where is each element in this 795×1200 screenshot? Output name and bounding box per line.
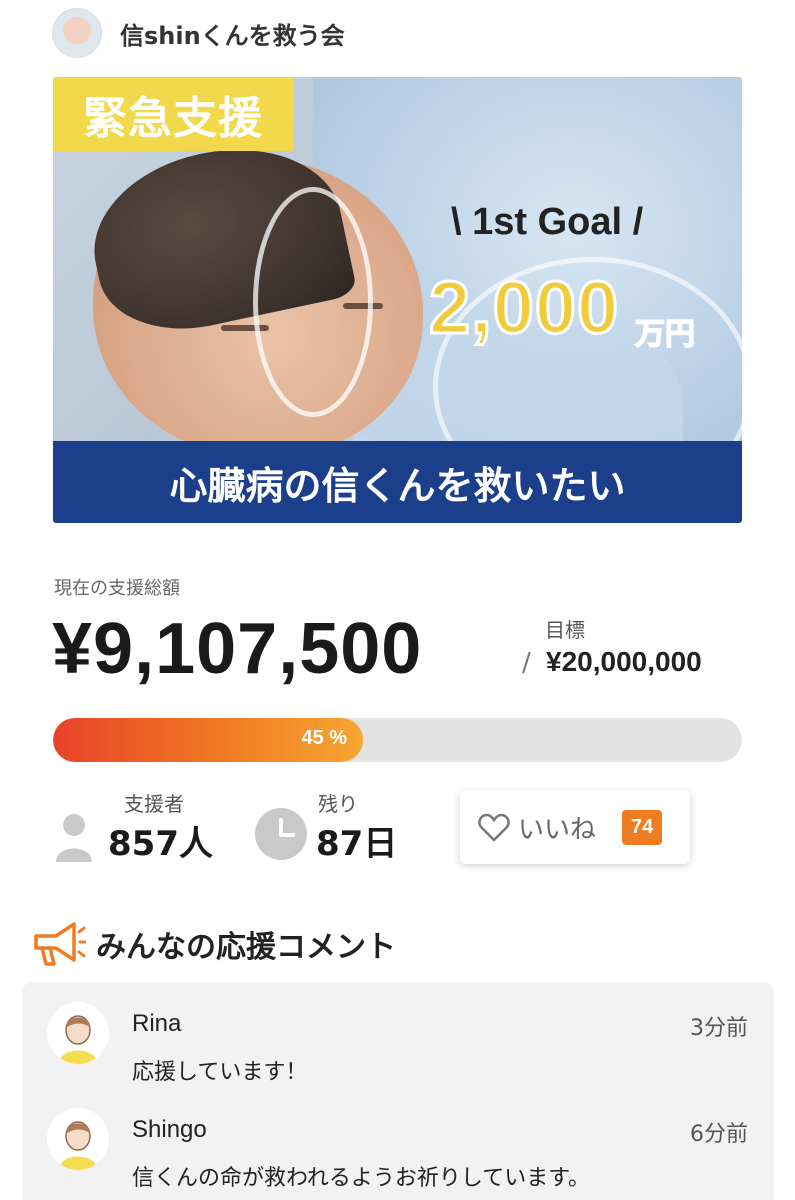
comments-list: Rina 3分前 応援しています！ Shingo 6分前 信くんの命が救われるよ… bbox=[22, 982, 774, 1200]
supporters-value: 857人 bbox=[108, 824, 213, 864]
comment-item: Rina 3分前 応援しています！ bbox=[22, 982, 774, 1085]
remaining-value: 87日 bbox=[316, 824, 398, 864]
clock-icon bbox=[255, 808, 307, 860]
comment-time: 6分前 bbox=[690, 1122, 748, 1147]
like-label: いいね bbox=[518, 814, 597, 845]
hero-banner: 心臓病の信くんを救いたい bbox=[53, 441, 742, 523]
comment-avatar bbox=[47, 1002, 109, 1064]
like-button[interactable]: いいね 74 bbox=[460, 790, 690, 864]
target-amount: ¥20,000,000 bbox=[546, 646, 702, 677]
target-label: 目標 bbox=[545, 618, 585, 642]
goal-title: \ 1st Goal / bbox=[451, 201, 644, 243]
goal-amount: 2,000 bbox=[427, 265, 620, 351]
comment-time: 3分前 bbox=[690, 1016, 748, 1041]
comments-header: みんなの応援コメント bbox=[30, 918, 396, 970]
progress-bar: 45 % bbox=[53, 718, 742, 762]
comment-avatar bbox=[47, 1108, 109, 1170]
goal-unit: 万円 bbox=[634, 316, 696, 353]
megaphone-icon bbox=[34, 922, 86, 966]
urgent-badge: 緊急支援 bbox=[53, 77, 293, 151]
progress-fill: 45 % bbox=[53, 718, 364, 762]
total-label: 現在の支援総額 bbox=[54, 578, 180, 599]
hero-image: 緊急支援 \ 1st Goal / 2,000 万円 心臓病の信くんを救いたい bbox=[53, 77, 742, 523]
comment-item: Shingo 6分前 信くんの命が救われるようお祈りしています。 bbox=[22, 1088, 774, 1191]
organizer-row[interactable]: 信shinくんを救う会 bbox=[52, 8, 345, 58]
comment-author[interactable]: Shingo bbox=[132, 1116, 207, 1144]
person-icon bbox=[56, 814, 92, 862]
total-amount: ¥9,107,500 bbox=[52, 609, 423, 689]
progress-percent: 45 % bbox=[301, 727, 348, 749]
org-avatar[interactable] bbox=[52, 8, 102, 58]
like-count: 74 bbox=[622, 809, 663, 845]
target-slash: / bbox=[522, 648, 531, 678]
heart-icon bbox=[478, 813, 510, 842]
comment-author[interactable]: Rina bbox=[132, 1010, 181, 1038]
org-name[interactable]: 信shinくんを救う会 bbox=[120, 16, 345, 51]
comments-title: みんなの応援コメント bbox=[96, 930, 396, 965]
hero-oxygen-tube bbox=[253, 187, 373, 417]
comment-text: 応援しています！ bbox=[132, 1060, 308, 1085]
comment-text: 信くんの命が救われるようお祈りしています。 bbox=[132, 1166, 591, 1191]
supporters-label: 支援者 bbox=[124, 792, 184, 816]
remaining-label: 残り bbox=[318, 792, 358, 816]
